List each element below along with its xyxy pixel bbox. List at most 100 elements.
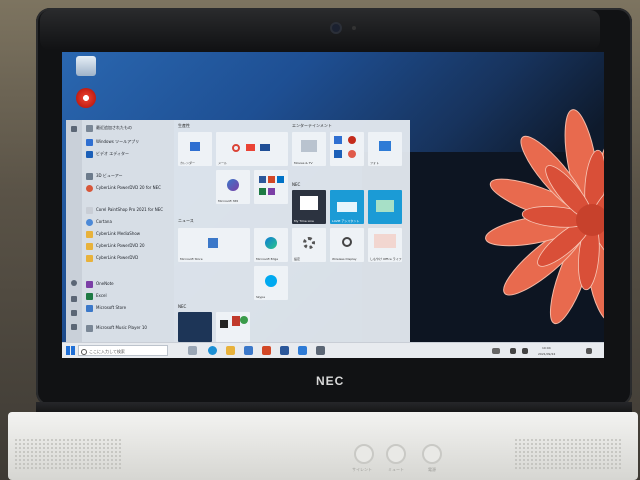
- search-input[interactable]: ここに入力して検索: [78, 345, 168, 356]
- app-shortcut-icon[interactable]: [76, 88, 96, 108]
- tile-nec-b[interactable]: [216, 312, 250, 342]
- excel-icon: [86, 292, 93, 300]
- store-icon[interactable]: [244, 346, 253, 355]
- video-icon: [86, 150, 93, 158]
- tile-office[interactable]: Microsoft 365: [216, 170, 250, 204]
- mail-icon[interactable]: [262, 346, 271, 355]
- mute-button-label: ミュート: [388, 467, 404, 472]
- tile-nec-a[interactable]: [178, 312, 212, 342]
- webcam-led: [352, 26, 356, 30]
- start-app-list: 最近追加されたもの Windows ツールアプリ ビデオ エディター 3D ビュ…: [66, 120, 174, 342]
- tile-edge[interactable]: Microsoft Edge: [254, 228, 288, 262]
- tile-lavie[interactable]: LAVIE アシスタント: [330, 190, 364, 224]
- film-icon: [301, 140, 317, 152]
- excel-icon: [259, 188, 266, 195]
- app-icon: [240, 316, 248, 324]
- app-list-item[interactable]: 3D ビューアー: [86, 170, 172, 182]
- calendar-icon: [190, 142, 200, 151]
- settings-icon[interactable]: [316, 346, 325, 355]
- app-list-item[interactable]: CyberLink PowerDVD 20: [86, 240, 172, 252]
- tile-wireless[interactable]: Wireless Display: [330, 228, 364, 262]
- tile-photos[interactable]: フォト: [368, 132, 402, 166]
- play-icon: [348, 136, 356, 144]
- start-button[interactable]: [66, 346, 75, 355]
- edge-icon[interactable]: [208, 346, 217, 355]
- hamburger-icon[interactable]: [71, 126, 77, 132]
- video-icon: [334, 136, 342, 144]
- app-list-item[interactable]: CyberLink PowerDVD: [86, 252, 172, 264]
- documents-icon[interactable]: [71, 296, 77, 302]
- skype-icon: [265, 275, 277, 287]
- volume-icon[interactable]: [522, 348, 528, 354]
- tile-skype[interactable]: Skype: [254, 266, 288, 300]
- recycle-bin-icon[interactable]: [76, 56, 96, 76]
- app-list-item[interactable]: CyberLink MediaShow: [86, 228, 172, 240]
- app-window-icon: [376, 200, 394, 212]
- notification-icon[interactable]: [586, 348, 592, 354]
- start-menu: 最近追加されたもの Windows ツールアプリ ビデオ エディター 3D ビュ…: [66, 120, 410, 342]
- app-list-item[interactable]: Microsoft Store: [86, 302, 172, 314]
- app-list-item[interactable]: Microsoft Music Player 10: [86, 322, 172, 334]
- pictures-icon[interactable]: [71, 310, 77, 316]
- photos-icon[interactable]: [298, 346, 307, 355]
- folder-icon: [86, 254, 93, 262]
- flower-wallpaper-image: [485, 109, 604, 325]
- wifi-icon[interactable]: [510, 348, 516, 354]
- timeline-icon: [300, 196, 318, 210]
- user-icon[interactable]: [71, 280, 77, 286]
- keyboard-icon[interactable]: [492, 348, 500, 354]
- app-list-item[interactable]: Corel PaintShop Pro 2021 for NEC: [86, 204, 172, 216]
- app-list-item[interactable]: 最近追加されたもの: [86, 122, 172, 134]
- speaker-grille-right: [514, 438, 622, 470]
- power-button[interactable]: [422, 444, 442, 464]
- onenote-icon: [268, 188, 275, 195]
- tile-office-life[interactable]: しもやけ Office ライフ: [368, 228, 402, 262]
- group-label: ニュース: [178, 218, 194, 223]
- laptop-screen: 最近追加されたもの Windows ツールアプリ ビデオ エディター 3D ビュ…: [62, 52, 604, 358]
- app-list-item[interactable]: Excel: [86, 290, 172, 302]
- silent-button-label: サイレント: [352, 467, 372, 472]
- maps-icon: [348, 150, 356, 158]
- gmail-icon: [246, 144, 255, 151]
- paint-icon: [86, 206, 93, 214]
- mute-button[interactable]: [386, 444, 406, 464]
- tile-mail[interactable]: メール: [216, 132, 288, 166]
- outlook-icon: [277, 176, 284, 183]
- brand-logo: NEC: [316, 374, 345, 388]
- tile-nec-app[interactable]: [368, 190, 402, 224]
- tile-movies[interactable]: Movies & TV: [292, 132, 326, 166]
- app-list-item[interactable]: Cortana: [86, 216, 172, 228]
- tile-timeline[interactable]: My Time Line: [292, 190, 326, 224]
- office-life-icon: [374, 234, 396, 248]
- tile-store[interactable]: Microsoft Store: [178, 228, 250, 262]
- gear-icon: [303, 237, 315, 249]
- task-view-icon[interactable]: [188, 346, 197, 355]
- search-icon: [81, 349, 87, 355]
- store-icon: [86, 304, 93, 312]
- tile-calendar[interactable]: カレンダー: [178, 132, 212, 166]
- music-icon: [334, 150, 342, 158]
- app-list-item[interactable]: CyberLink PowerDVD 20 for NEC: [86, 182, 172, 194]
- mail-icon: [260, 144, 270, 151]
- settings-icon[interactable]: [71, 324, 77, 330]
- explorer-icon[interactable]: [226, 346, 235, 355]
- photos-icon: [379, 141, 391, 151]
- tile-media-apps[interactable]: [330, 132, 364, 166]
- tile-settings[interactable]: 設定: [292, 228, 326, 262]
- clock-time[interactable]: 10:04: [542, 346, 551, 350]
- group-label: エンターテインメント: [292, 123, 332, 128]
- group-label: 生産性: [178, 123, 190, 128]
- app-list-item[interactable]: Windows ツールアプリ: [86, 136, 172, 148]
- google-icon: [232, 144, 240, 152]
- app-list-item[interactable]: OneNote: [86, 278, 172, 290]
- tile-office-apps[interactable]: [254, 170, 288, 204]
- clock-date[interactable]: 2021/09/24: [538, 352, 555, 356]
- speaker-grille-left: [14, 438, 122, 470]
- word-icon[interactable]: [280, 346, 289, 355]
- silent-button[interactable]: [354, 444, 374, 464]
- disc-icon: [86, 184, 93, 192]
- app-list-item[interactable]: ビデオ エディター: [86, 148, 172, 160]
- folder-icon: [86, 230, 93, 238]
- office-icon: [227, 179, 239, 191]
- store-icon: [208, 238, 218, 248]
